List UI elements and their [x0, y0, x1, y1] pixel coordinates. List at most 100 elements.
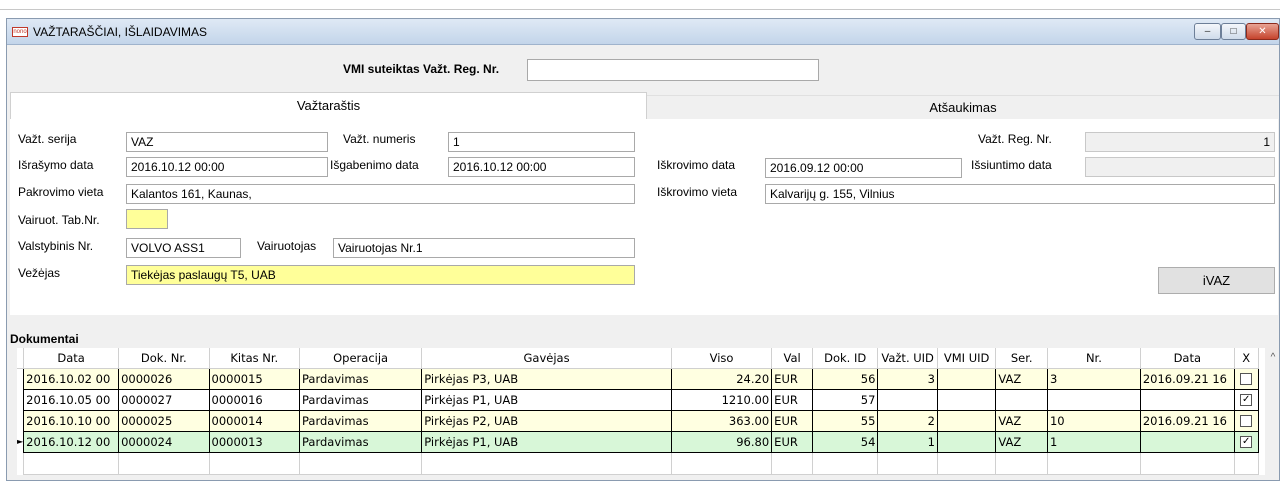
cell-data[interactable]: 2016.10.05 00: [23, 388, 120, 411]
cell-empty[interactable]: [771, 451, 813, 475]
cell-empty[interactable]: [1233, 451, 1259, 475]
header-dok-nr[interactable]: Dok. Nr.: [118, 348, 210, 369]
iskrovimo-vieta-input[interactable]: Kalvarijų g. 155, Vilnius: [765, 184, 1275, 204]
cell-empty[interactable]: [1046, 451, 1141, 475]
header-gavejas[interactable]: Gavėjas: [421, 348, 672, 369]
iskrovimo-data-input[interactable]: 2016.09.12 00:00: [765, 158, 962, 178]
title-bar[interactable]: nono VAŽTARAŠČIAI, IŠLAIDAVIMAS – □ ✕: [7, 19, 1279, 45]
vairuotojas-input[interactable]: Vairuotojas Nr.1: [333, 238, 635, 258]
cell-kitas-nr[interactable]: 0000013: [208, 430, 301, 453]
cell-viso[interactable]: 363.00: [670, 409, 773, 432]
maximize-button[interactable]: □: [1221, 23, 1246, 40]
cell-dok-id[interactable]: 55: [811, 409, 879, 432]
reg-nr-input[interactable]: 1: [1085, 132, 1275, 152]
cell-vazt-uid[interactable]: 1: [877, 430, 938, 453]
row-checkbox-checked[interactable]: ✓: [1240, 436, 1253, 448]
cell-vmi-uid[interactable]: [936, 409, 997, 432]
cell-data-2[interactable]: [1139, 388, 1235, 411]
cell-ser[interactable]: VAZ: [995, 430, 1048, 453]
header-vmi-uid[interactable]: VMI UID: [937, 348, 997, 369]
cell-x[interactable]: [1233, 409, 1259, 432]
cell-viso[interactable]: 1210.00: [670, 388, 773, 411]
issiuntimo-input[interactable]: [1085, 157, 1275, 177]
cell-kitas-nr[interactable]: 0000015: [208, 367, 301, 390]
cell-data[interactable]: 2016.10.12 00: [23, 430, 120, 453]
cell-x[interactable]: ✓: [1233, 388, 1259, 411]
header-kitas-nr[interactable]: Kitas Nr.: [209, 348, 301, 369]
header-nr[interactable]: Nr.: [1047, 348, 1141, 369]
cell-empty[interactable]: [811, 451, 879, 475]
cell-dok-id[interactable]: 54: [811, 430, 879, 453]
cell-ser[interactable]: VAZ: [995, 409, 1048, 432]
cell-ser[interactable]: VAZ: [995, 367, 1048, 390]
cell-empty[interactable]: [936, 451, 997, 475]
cell-operacija[interactable]: Pardavimas: [298, 388, 423, 411]
cell-data[interactable]: 2016.10.10 00: [23, 409, 120, 432]
cell-dok-id[interactable]: 57: [811, 388, 879, 411]
cell-vmi-uid[interactable]: [936, 367, 997, 390]
valstybinis-input[interactable]: VOLVO ASS1: [126, 238, 241, 258]
header-dok-id[interactable]: Dok. ID: [812, 348, 879, 369]
cell-val[interactable]: EUR: [771, 388, 813, 411]
cell-gavejas[interactable]: Pirkėjas P3, UAB: [421, 367, 672, 390]
table-row-empty[interactable]: [17, 451, 1279, 475]
cell-viso[interactable]: 24.20: [670, 367, 773, 390]
cell-val[interactable]: EUR: [771, 367, 813, 390]
cell-x[interactable]: ✓: [1233, 430, 1259, 453]
cell-kitas-nr[interactable]: 0000016: [208, 388, 301, 411]
table-row-current[interactable]: ► 2016.10.12 00 0000024 0000013 Pardavim…: [17, 430, 1279, 453]
cell-nr[interactable]: 10: [1046, 409, 1141, 432]
tab-nr-input[interactable]: [126, 209, 168, 229]
israsymo-input[interactable]: 2016.10.12 00:00: [126, 157, 328, 177]
cell-gavejas[interactable]: Pirkėjas P1, UAB: [421, 388, 672, 411]
cell-empty[interactable]: [118, 451, 210, 475]
cell-empty[interactable]: [23, 451, 120, 475]
cell-dok-nr[interactable]: 0000027: [118, 388, 210, 411]
numeris-input[interactable]: 1: [448, 132, 635, 152]
cell-vmi-uid[interactable]: [936, 388, 997, 411]
cell-vazt-uid[interactable]: [877, 388, 938, 411]
cell-val[interactable]: EUR: [771, 430, 813, 453]
serija-input[interactable]: VAZ: [126, 132, 328, 152]
cell-ser[interactable]: [995, 388, 1048, 411]
cell-empty[interactable]: [1139, 451, 1235, 475]
cell-vmi-uid[interactable]: [936, 430, 997, 453]
header-viso[interactable]: Viso: [671, 348, 773, 369]
cell-data-2[interactable]: [1139, 430, 1235, 453]
table-row[interactable]: 2016.10.10 00 0000025 0000014 Pardavimas…: [17, 409, 1279, 432]
cell-operacija[interactable]: Pardavimas: [298, 409, 423, 432]
header-ser[interactable]: Ser.: [995, 348, 1048, 369]
cell-vazt-uid[interactable]: 2: [877, 409, 938, 432]
vezejas-input[interactable]: Tiekėjas paslaugų T5, UAB: [126, 265, 635, 285]
chevron-up-icon[interactable]: ^: [1267, 352, 1279, 364]
header-data-2[interactable]: Data: [1140, 348, 1235, 369]
table-row[interactable]: 2016.10.05 00 0000027 0000016 Pardavimas…: [17, 388, 1279, 411]
cell-empty[interactable]: [877, 451, 938, 475]
header-data[interactable]: Data: [23, 348, 120, 369]
cell-data-2[interactable]: 2016.09.21 16: [1139, 409, 1235, 432]
cell-dok-nr[interactable]: 0000025: [118, 409, 210, 432]
cell-val[interactable]: EUR: [771, 409, 813, 432]
cell-operacija[interactable]: Pardavimas: [298, 367, 423, 390]
cell-dok-nr[interactable]: 0000026: [118, 367, 210, 390]
cell-viso[interactable]: 96.80: [670, 430, 773, 453]
cell-nr[interactable]: 3: [1046, 367, 1141, 390]
tab-atsaukimas[interactable]: Atšaukimas: [647, 95, 1279, 120]
cell-empty[interactable]: [298, 451, 423, 475]
cell-nr[interactable]: [1046, 388, 1141, 411]
cell-x[interactable]: [1233, 367, 1259, 390]
isgabenimo-input[interactable]: 2016.10.12 00:00: [448, 157, 635, 177]
cell-dok-id[interactable]: 56: [811, 367, 879, 390]
cell-dok-nr[interactable]: 0000024: [118, 430, 210, 453]
row-checkbox-checked[interactable]: ✓: [1240, 394, 1253, 406]
vmi-reg-input[interactable]: [527, 59, 819, 81]
cell-kitas-nr[interactable]: 0000014: [208, 409, 301, 432]
cell-gavejas[interactable]: Pirkėjas P2, UAB: [421, 409, 672, 432]
vertical-scrollbar[interactable]: ^: [1265, 348, 1279, 480]
cell-empty[interactable]: [208, 451, 301, 475]
ivaz-button[interactable]: iVAZ: [1158, 267, 1275, 294]
cell-data[interactable]: 2016.10.02 00: [23, 367, 120, 390]
close-button[interactable]: ✕: [1246, 23, 1279, 40]
header-vazt-uid[interactable]: Važt. UID: [877, 348, 938, 369]
minimize-button[interactable]: –: [1194, 23, 1221, 40]
